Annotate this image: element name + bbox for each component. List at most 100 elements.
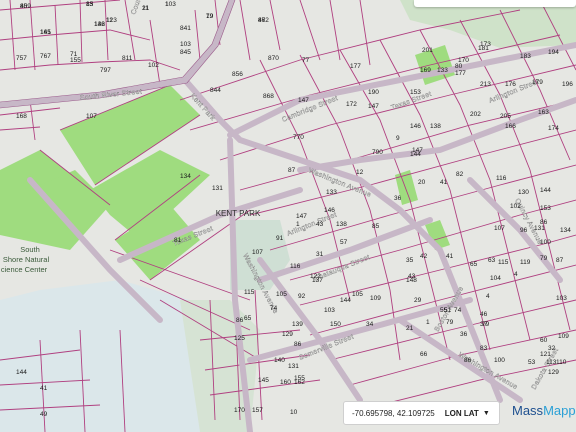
parcel-number: 144: [540, 187, 551, 194]
parcel-number: 9: [396, 135, 400, 142]
parcel-number: 770: [293, 134, 304, 141]
parcel-number: 172: [346, 101, 357, 108]
parcel-number: 20: [418, 179, 426, 186]
parcel-number: 131: [212, 185, 223, 192]
parcel-number: 102: [510, 203, 521, 210]
parcel-number: 42: [420, 253, 428, 260]
parcel-number: 83: [480, 345, 488, 352]
parcel-number: 82: [456, 171, 464, 178]
parcel-number: 10: [290, 409, 298, 416]
parcel-number: 150: [330, 321, 341, 328]
parcel-number: 105: [352, 291, 363, 298]
coordinate-bar: -70.695798, 42.109725 LON LAT ▼: [343, 401, 500, 425]
parcel-number: 153: [540, 205, 551, 212]
parcel-number: 137: [312, 277, 323, 284]
parcel-number: 115: [244, 289, 255, 296]
parcel-number: 79: [446, 319, 454, 326]
parcel-number: 870: [268, 55, 279, 62]
parcel-number: 87: [556, 257, 564, 264]
parcel-number: 37: [480, 321, 488, 328]
parcel-number: 157: [252, 407, 263, 414]
parcel-number: 41: [446, 253, 454, 260]
parcel-number: 146: [410, 123, 421, 130]
parcel-number: 790: [372, 149, 383, 156]
parcel-number: 116: [290, 263, 301, 270]
parcel-number: 132: [94, 21, 105, 28]
parcel-number: 140: [274, 357, 285, 364]
parcel-number: 86: [294, 341, 302, 348]
parcel-number: 107: [86, 113, 97, 120]
parcel-number: 57: [340, 239, 348, 246]
parcel-number: 166: [505, 123, 516, 130]
parcel-number: 86: [464, 357, 472, 364]
parcel-number: 1: [165, 1, 169, 8]
parcel-number: 12: [356, 169, 364, 176]
parcel-number: 103: [324, 307, 335, 314]
parcel-number: 80: [455, 63, 463, 70]
parcel-number: 138: [430, 123, 441, 130]
parcel-number: 196: [562, 81, 573, 88]
parcel-number: 129: [282, 331, 293, 338]
parcel-number: 170: [234, 407, 245, 414]
massmapper-logo: MassMapper: [512, 403, 576, 418]
chevron-down-icon[interactable]: ▼: [483, 410, 490, 417]
parcel-number: 145: [258, 377, 269, 384]
parcel-number: 63: [488, 257, 496, 264]
top-panel-edge: [414, 0, 576, 7]
parcel-number: 35: [406, 257, 414, 264]
parcel-number: 36: [460, 331, 468, 338]
coordinate-mode-select[interactable]: LON LAT: [445, 409, 479, 418]
nature-center-label: South: [20, 245, 40, 254]
parcel-number: 177: [350, 63, 361, 70]
parcel-number: 34: [366, 321, 374, 328]
parcel-number: 147: [412, 147, 423, 154]
parcel-number: 65: [244, 315, 252, 322]
parcel-number: 176: [505, 81, 516, 88]
parcel-number: 139: [292, 321, 303, 328]
parcel-number: 147: [296, 213, 307, 220]
parcel-number: 162: [294, 379, 305, 386]
parcel-number: 109: [370, 295, 381, 302]
parcel-number: 79: [206, 13, 214, 20]
parcel-number: 81: [174, 237, 182, 244]
parcel-number: 174: [548, 125, 559, 132]
kent-park-label: KENT PARK: [216, 209, 261, 218]
map-canvas[interactable]: South Shore Natural cience Center KENT P…: [0, 0, 576, 432]
nature-center-label: Shore Natural: [3, 255, 50, 264]
parcel-number: 85: [372, 223, 380, 230]
parcel-number: 109: [558, 333, 569, 340]
parcel-number: 131: [534, 225, 545, 232]
parcel-number: 133: [326, 189, 337, 196]
parcel-number: 205: [500, 113, 511, 120]
parcel-number: 138: [336, 221, 347, 228]
parcel-number: 110: [556, 359, 567, 366]
parcel-number: 105: [276, 291, 287, 298]
parcel-number: 43: [408, 273, 416, 280]
parcel-number: 15: [86, 1, 94, 8]
parcel-number: 40: [20, 3, 28, 10]
parcel-number: 74: [454, 307, 462, 314]
parcel-number: 87: [288, 167, 296, 174]
parcel-number: 134: [180, 173, 191, 180]
coordinate-readout: -70.695798, 42.109725: [352, 408, 435, 418]
parcel-number: 144: [16, 369, 27, 376]
parcel-number: 60: [540, 337, 548, 344]
parcel-number: 183: [520, 53, 531, 60]
parcel-number: 29: [414, 297, 422, 304]
parcel-number: 115: [498, 259, 509, 266]
parcel-number: 841: [180, 25, 191, 32]
parcel-number: 123: [106, 17, 117, 24]
parcel-number: 213: [480, 81, 491, 88]
parcel-number: 91: [276, 235, 284, 242]
parcel-number: 31: [316, 251, 324, 258]
parcel-number: 4: [486, 293, 490, 300]
parcel-number: 845: [180, 49, 191, 56]
parcel-number: 86: [236, 317, 244, 324]
parcel-number: 797: [100, 67, 111, 74]
parcel-number: 65: [470, 261, 478, 268]
parcel-number: 173: [480, 41, 491, 48]
parcel-number: 41: [40, 385, 48, 392]
parcel-number: 92: [298, 293, 306, 300]
parcel-number: 201: [422, 47, 433, 54]
parcel-number: 77: [302, 57, 310, 64]
